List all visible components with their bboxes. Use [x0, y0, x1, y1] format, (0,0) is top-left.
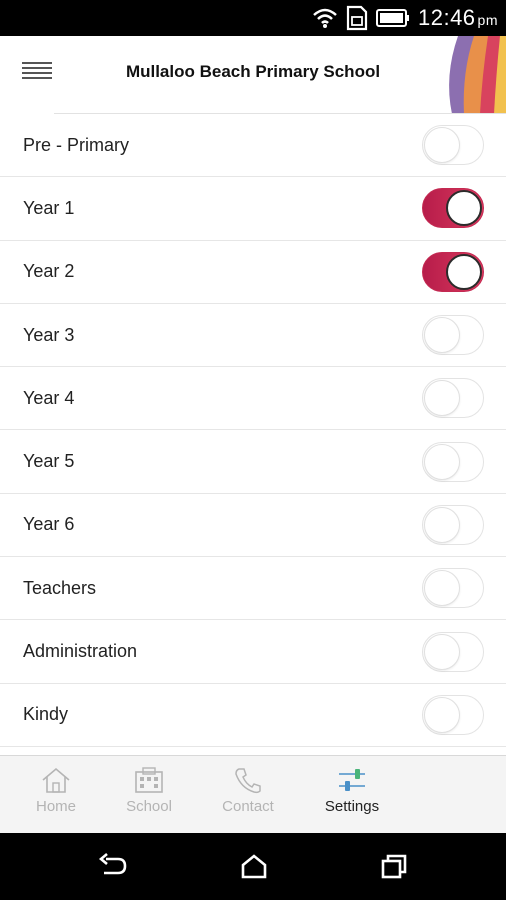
setting-label: Year 2 — [23, 261, 75, 282]
setting-row-year-6: Year 6 — [0, 494, 506, 558]
toggle-kindy[interactable] — [422, 694, 484, 735]
setting-label: Year 1 — [23, 197, 75, 218]
setting-row-kindy: Kindy — [0, 684, 506, 747]
header-decoration — [449, 36, 506, 114]
toggle-teachers[interactable] — [422, 568, 484, 609]
toggle-knob — [446, 190, 482, 227]
toggle-knob — [424, 506, 460, 543]
tab-label: Home — [35, 798, 76, 815]
toggle-knob — [424, 633, 460, 670]
setting-row-year-4: Year 4 — [0, 367, 506, 431]
sliders-icon — [339, 769, 365, 791]
setting-row-year-5: Year 5 — [0, 430, 506, 494]
setting-label: Year 4 — [23, 387, 75, 408]
toggle-knob — [424, 317, 460, 354]
toggle-pre-primary[interactable] — [422, 125, 484, 166]
toggle-knob — [424, 696, 460, 733]
tab-label: Contact — [222, 798, 274, 815]
toggle-knob — [424, 443, 460, 480]
phone-icon — [235, 768, 261, 794]
toggle-year-4[interactable] — [422, 378, 484, 419]
setting-label: Year 5 — [23, 451, 75, 472]
back-button[interactable] — [98, 853, 128, 884]
page-title: Mullaloo Beach Primary School — [125, 62, 381, 81]
recents-button[interactable] — [380, 853, 408, 884]
toggle-knob — [424, 380, 460, 417]
system-nav-bar — [0, 833, 506, 900]
setting-label: Kindy — [23, 704, 69, 725]
tab-label: School — [126, 798, 172, 815]
setting-row-year-3: Year 3 — [0, 304, 506, 368]
tab-contact[interactable]: Contact — [208, 756, 288, 834]
setting-label: Teachers — [23, 577, 97, 598]
wifi-icon — [313, 8, 337, 28]
home-nav-button[interactable] — [240, 853, 268, 884]
toggle-year-2[interactable] — [422, 251, 484, 292]
status-time: 12:46 — [417, 5, 476, 30]
setting-row-year-2: Year 2 — [0, 241, 506, 304]
home-icon — [42, 767, 70, 793]
settings-list: Pre - Primary Year 1 Year 2 Year 3 Year … — [0, 114, 506, 747]
tab-home[interactable]: Home — [18, 756, 94, 834]
toggle-year-3[interactable] — [422, 315, 484, 356]
back-icon — [98, 853, 127, 875]
status-clock: 12:46 pm — [418, 5, 498, 31]
toggle-year-5[interactable] — [422, 441, 484, 482]
tab-school[interactable]: School — [111, 756, 187, 834]
setting-row-pre-primary: Pre - Primary — [0, 114, 506, 178]
setting-label: Year 6 — [23, 514, 75, 535]
battery-icon — [375, 9, 409, 27]
toggle-knob — [446, 253, 482, 290]
home-outline-icon — [241, 854, 267, 879]
school-icon — [135, 767, 163, 793]
tab-label: Settings — [324, 798, 380, 815]
status-ampm: pm — [477, 12, 498, 28]
toggle-knob — [424, 570, 460, 607]
toggle-administration[interactable] — [422, 631, 484, 672]
sim-card-icon — [346, 5, 368, 31]
toggle-year-1[interactable] — [422, 188, 484, 229]
setting-label: Year 3 — [23, 324, 75, 345]
app-header: Mullaloo Beach Primary School — [0, 36, 506, 114]
setting-row-administration: Administration — [0, 620, 506, 684]
tab-settings[interactable]: Settings — [312, 756, 392, 834]
recents-icon — [381, 854, 407, 879]
toggle-year-6[interactable] — [422, 504, 484, 545]
setting-label: Pre - Primary — [23, 134, 130, 155]
setting-row-year-1: Year 1 — [0, 177, 506, 241]
setting-label: Administration — [23, 641, 138, 662]
status-bar: 12:46 pm — [0, 0, 506, 36]
tab-bar: Home School Contact Settings — [0, 755, 506, 833]
toggle-knob — [424, 127, 460, 164]
setting-row-teachers: Teachers — [0, 557, 506, 621]
